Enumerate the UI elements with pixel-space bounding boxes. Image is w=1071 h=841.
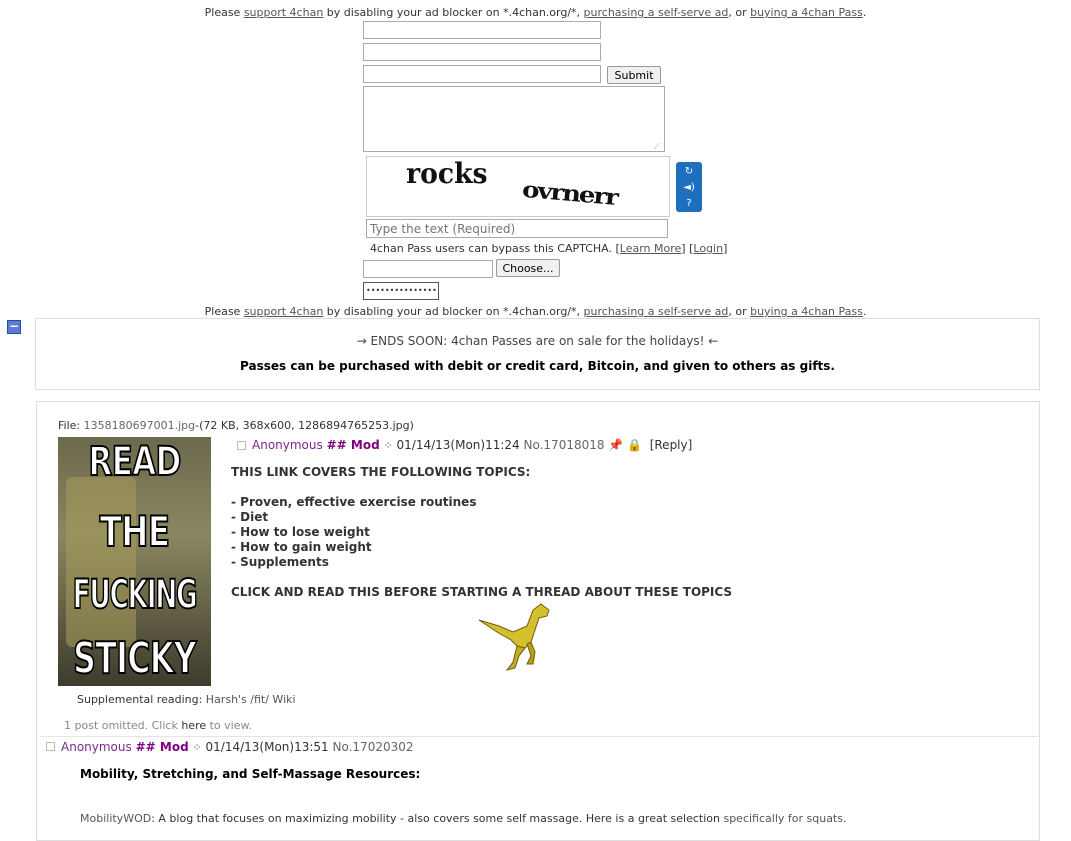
thumb-word-2: THE <box>99 506 171 557</box>
name-field[interactable] <box>363 21 601 39</box>
op-line-2: - Proven, effective exercise routines <box>231 495 477 509</box>
supplemental-reading: Supplemental reading: Harsh's /fit/ Wiki <box>77 693 296 706</box>
view-omitted-link[interactable]: here <box>181 719 206 732</box>
reply-checkbox[interactable] <box>46 742 55 751</box>
notice-text: , or <box>728 6 751 19</box>
file-label: File: <box>58 419 84 432</box>
support-link[interactable]: support 4chan <box>244 305 323 318</box>
post-datetime: 01/14/13(Mon)13:51 <box>205 740 329 754</box>
poster-name: Anonymous <box>252 438 323 452</box>
reply-post-header: Anonymous ## Mod ⁘ 01/14/13(Mon)13:51 No… <box>61 740 414 754</box>
op-line-6: - Supplements <box>231 555 329 569</box>
op-post-header: Anonymous ## Mod ⁘ 01/14/13(Mon)11:24 No… <box>252 438 692 452</box>
collapse-announcement-icon[interactable]: − <box>7 320 21 334</box>
thumb-word-3: FUCKING <box>72 571 198 619</box>
mod-icon: ⁘ <box>192 741 202 754</box>
announcement-box: → ENDS SOON: 4chan Passes are on sale fo… <box>35 318 1040 390</box>
file-link[interactable]: 1358180697001.jpg <box>84 419 196 432</box>
omitted-notice: 1 post omitted. Click here to view. <box>64 719 252 732</box>
post-no-label[interactable]: No. <box>333 740 353 754</box>
raptor-image <box>478 603 550 671</box>
poster-name: Anonymous <box>61 740 132 754</box>
self-serve-ad-link[interactable]: purchasing a self-serve ad <box>584 305 729 318</box>
reply-text: : A blog that focuses on maximizing mobi… <box>151 812 724 825</box>
mobilitywod-link[interactable]: MobilityWOD <box>80 812 151 825</box>
reply-text: . <box>842 812 847 825</box>
announcement-line-1: → ENDS SOON: 4chan Passes are on sale fo… <box>356 334 719 348</box>
op-thumbnail-image[interactable]: READ THE FUCKING STICKY <box>58 437 211 686</box>
op-checkbox[interactable] <box>237 441 246 450</box>
notice-text: by disabling your ad blocker on *.4chan.… <box>323 305 584 318</box>
reply-body-line: MobilityWOD: A blog that focuses on maxi… <box>80 812 846 825</box>
reply-divider <box>40 736 1040 737</box>
options-field[interactable] <box>363 43 601 61</box>
reply-link[interactable]: [Reply] <box>650 438 693 452</box>
captcha-input[interactable] <box>366 219 668 238</box>
captcha-controls: ↻ ◄) ? <box>676 162 702 212</box>
omitted-text: 1 post omitted. Click <box>64 719 182 732</box>
squats-link[interactable]: specifically for squats <box>723 812 843 825</box>
comment-field[interactable] <box>363 86 665 152</box>
notice-text: Please <box>204 305 244 318</box>
captcha-pass-note: 4chan Pass users can bypass this CAPTCHA… <box>370 242 728 255</box>
password-field[interactable]: •••••••••••••••• <box>363 282 439 300</box>
buy-pass-link[interactable]: buying a 4chan Pass <box>750 305 863 318</box>
op-line-1: THIS LINK COVERS THE FOLLOWING TOPICS: <box>231 465 531 479</box>
captcha-image: rocks ovrnerr <box>366 156 670 217</box>
post-number[interactable]: 17020302 <box>352 740 413 754</box>
op-line-4: - How to lose weight <box>231 525 370 539</box>
resize-grip-icon[interactable]: ⟋ <box>654 142 660 152</box>
reply-heading: Mobility, Stretching, and Self-Massage R… <box>80 767 421 781</box>
wiki-link[interactable]: Harsh's /fit/ Wiki <box>206 693 296 706</box>
self-serve-ad-link[interactable]: purchasing a self-serve ad <box>584 6 729 19</box>
file-path-field[interactable] <box>363 260 493 278</box>
ad-notice-top: Please support 4chan by disabling your a… <box>0 6 1071 19</box>
support-link[interactable]: support 4chan <box>244 6 323 19</box>
omitted-text: to view. <box>206 719 252 732</box>
captcha-word-2: ovrnerr <box>521 177 618 211</box>
thumbnail-figure <box>66 477 136 647</box>
submit-button[interactable]: Submit <box>607 66 661 84</box>
subject-field[interactable] <box>363 65 601 83</box>
login-link[interactable]: Login <box>693 242 723 255</box>
help-icon[interactable]: ? <box>677 196 701 210</box>
buy-pass-link[interactable]: buying a 4chan Pass <box>750 6 863 19</box>
ad-notice-bottom: Please support 4chan by disabling your a… <box>0 305 1071 318</box>
notice-text: , or <box>728 305 751 318</box>
pass-note-text: 4chan Pass users can bypass this CAPTCHA… <box>370 242 612 255</box>
op-line-5: - How to gain weight <box>231 540 372 554</box>
capcode: ## Mod <box>326 438 380 452</box>
choose-file-button[interactable]: Choose... <box>496 259 560 277</box>
op-line-3: - Diet <box>231 510 269 524</box>
file-info: File: 1358180697001.jpg-(72 KB, 368x600,… <box>58 419 414 432</box>
file-meta: -(72 KB, 368x600, 1286894765253.jpg) <box>195 419 414 432</box>
captcha-word-1: rocks <box>406 157 488 190</box>
notice-text: . <box>862 305 867 318</box>
mod-icon: ⁘ <box>383 439 393 452</box>
notice-text: . <box>862 6 867 19</box>
audio-icon[interactable]: ◄) <box>677 180 701 194</box>
learn-more-link[interactable]: Learn More <box>620 242 682 255</box>
post-no-label[interactable]: No. <box>524 438 544 452</box>
post-datetime: 01/14/13(Mon)11:24 <box>396 438 520 452</box>
closed-lock-icon: 🔒 <box>627 438 643 452</box>
thumb-word-1: READ <box>88 438 183 486</box>
post-number[interactable]: 17018018 <box>543 438 604 452</box>
refresh-icon[interactable]: ↻ <box>677 164 701 178</box>
announcement-line-2: Passes can be purchased with debit or cr… <box>240 359 835 373</box>
thumb-word-4: STICKY <box>72 632 197 685</box>
op-line-7: CLICK AND READ THIS BEFORE STARTING A TH… <box>231 585 733 599</box>
notice-text: by disabling your ad blocker on *.4chan.… <box>323 6 584 19</box>
supp-label: Supplemental reading: <box>77 693 206 706</box>
notice-text: Please <box>204 6 244 19</box>
sticky-pin-icon: 📌 <box>608 438 624 452</box>
capcode: ## Mod <box>135 740 189 754</box>
